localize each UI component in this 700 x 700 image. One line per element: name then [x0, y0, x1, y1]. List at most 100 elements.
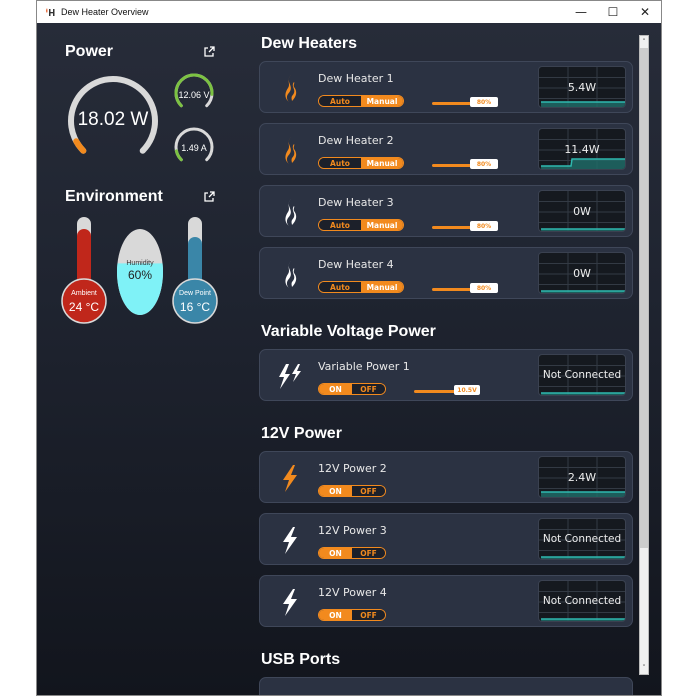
12v-power-title: 12V Power: [261, 425, 342, 442]
power-slider[interactable]: [432, 164, 474, 167]
power-reading: 2.4W: [567, 471, 597, 484]
ambient-label: Ambient: [71, 290, 97, 297]
12v-power-name: 12V Power 3: [318, 524, 387, 537]
on-option[interactable]: ON: [319, 610, 352, 620]
flame-shape: [285, 199, 297, 226]
title-bar: Dew Heater Overview — ☐ ✕: [37, 1, 661, 23]
12v-power-name: 12V Power 2: [318, 462, 387, 475]
manual-option[interactable]: Manual: [361, 220, 403, 230]
bolt-shape: [283, 589, 297, 616]
dew-heater-name: Dew Heater 4: [318, 258, 394, 271]
variable-power-card: Variable Power 1 ON OFF 10.5V Not Connect…: [259, 349, 633, 401]
slider-value[interactable]: 80%: [470, 221, 498, 231]
external-link-icon[interactable]: [203, 46, 215, 58]
bolt-shape: [292, 364, 301, 382]
close-button[interactable]: ✕: [629, 1, 661, 23]
power-toggle[interactable]: ON OFF: [318, 383, 386, 395]
manual-option[interactable]: Manual: [361, 158, 403, 168]
power-total-value: 18.02 W: [77, 109, 149, 130]
flame-shape: [285, 261, 297, 288]
dew-heater-card: Dew Heater 4 Auto Manual 80% 0W: [259, 247, 633, 299]
power-slider[interactable]: [432, 288, 474, 291]
power-reading: 0W: [573, 205, 591, 218]
scroll-up-button[interactable]: ˄: [640, 36, 648, 48]
dew-point-label: Dew Point: [179, 290, 211, 297]
variable-power-name: Variable Power 1: [318, 360, 410, 373]
power-title: Power: [65, 43, 114, 60]
off-option[interactable]: OFF: [352, 486, 385, 496]
power-toggle[interactable]: ON OFF: [318, 485, 386, 497]
manual-option[interactable]: Manual: [361, 96, 403, 106]
variable-voltage-title: Variable Voltage Power: [261, 323, 436, 340]
on-option[interactable]: ON: [319, 486, 352, 496]
power-chart: Not Connected: [538, 354, 626, 396]
power-reading: Not Connected: [542, 595, 622, 607]
auto-option[interactable]: Auto: [319, 282, 361, 292]
dew-heater-name: Dew Heater 2: [318, 134, 394, 147]
maximize-button[interactable]: ☐: [597, 1, 629, 23]
chart-area: [541, 492, 625, 497]
flame-icon: [285, 199, 297, 226]
voltage-slider[interactable]: [414, 390, 458, 393]
off-option[interactable]: OFF: [352, 384, 385, 394]
external-link-icon[interactable]: [203, 191, 215, 203]
mode-toggle[interactable]: Auto Manual: [318, 157, 404, 169]
power-reading: 11.4W: [564, 143, 600, 156]
12v-power-card: 12V Power 3 ON OFF Not Connected: [259, 513, 633, 565]
auto-option[interactable]: Auto: [319, 220, 361, 230]
power-reading: 0W: [573, 267, 591, 280]
power-toggle[interactable]: ON OFF: [318, 547, 386, 559]
auto-option[interactable]: Auto: [319, 158, 361, 168]
client-area: Power 18.02 W 12.06 V 1.49 A Environment: [37, 23, 661, 695]
window-title: Dew Heater Overview: [61, 7, 149, 17]
on-option[interactable]: ON: [319, 548, 352, 558]
on-option[interactable]: ON: [319, 384, 352, 394]
power-chart: 5.4W: [538, 66, 626, 108]
double-lightning-icon: [279, 364, 301, 389]
flame-shape: [285, 137, 297, 164]
bolt-shape: [283, 465, 297, 492]
ambient-value: 24 °C: [68, 300, 100, 314]
slider-value[interactable]: 80%: [470, 97, 498, 107]
power-slider[interactable]: [432, 226, 474, 229]
scroll-thumb[interactable]: [640, 48, 648, 548]
12v-power-card: 12V Power 4 ON OFF Not Connected: [259, 575, 633, 627]
power-toggle[interactable]: ON OFF: [318, 609, 386, 621]
mode-toggle[interactable]: Auto Manual: [318, 219, 404, 231]
mode-toggle[interactable]: Auto Manual: [318, 281, 404, 293]
usb-ports-title: USB Ports: [261, 651, 341, 668]
off-option[interactable]: OFF: [352, 548, 385, 558]
dew-heater-name: Dew Heater 1: [318, 72, 394, 85]
voltage-value: 12.06 V: [178, 90, 210, 100]
power-reading: Not Connected: [542, 369, 622, 381]
slider-value[interactable]: 80%: [470, 159, 498, 169]
power-gauge-fill: [73, 138, 87, 154]
mode-toggle[interactable]: Auto Manual: [318, 95, 404, 107]
sidebar: Power 18.02 W 12.06 V 1.49 A Environment: [37, 23, 247, 695]
power-chart: 0W: [538, 252, 626, 294]
flame-icon: [285, 137, 297, 164]
scrollbar[interactable]: ˄ ˅: [639, 35, 649, 675]
power-chart: Not Connected: [538, 518, 626, 560]
dew-point-value: 16 °C: [179, 300, 211, 314]
dew-heater-card: Dew Heater 2 Auto Manual 80% 11.4W: [259, 123, 633, 175]
app-logo-icon: [43, 5, 57, 19]
off-option[interactable]: OFF: [352, 610, 385, 620]
dew-heater-name: Dew Heater 3: [318, 196, 394, 209]
manual-option[interactable]: Manual: [361, 282, 403, 292]
power-slider[interactable]: [432, 102, 474, 105]
power-chart: 11.4W: [538, 128, 626, 170]
current-value: 1.49 A: [181, 143, 207, 153]
minimize-button[interactable]: —: [565, 1, 597, 23]
power-chart: 0W: [538, 190, 626, 232]
flame-icon: [285, 75, 297, 102]
bolt-shape: [279, 364, 290, 389]
auto-option[interactable]: Auto: [319, 96, 361, 106]
flame-shape: [285, 75, 297, 102]
environment-title: Environment: [65, 188, 163, 205]
voltage-slider-value[interactable]: 10.5V: [454, 385, 480, 395]
dew-heater-card: Dew Heater 1 Auto Manual 80% 5.4W: [259, 61, 633, 113]
12v-power-name: 12V Power 4: [318, 586, 387, 599]
slider-value[interactable]: 80%: [470, 283, 498, 293]
scroll-down-button[interactable]: ˅: [640, 662, 648, 674]
